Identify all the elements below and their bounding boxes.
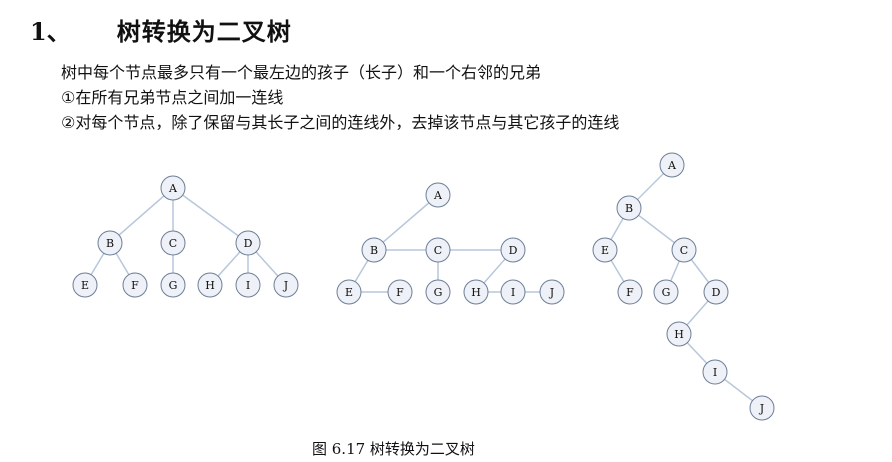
node-H: H [197, 272, 223, 298]
node-F: F [387, 279, 413, 305]
node-label: H [471, 286, 481, 299]
node-label: F [626, 286, 634, 299]
node-label: D [509, 244, 518, 257]
node-label: G [169, 279, 178, 292]
node-label: J [759, 402, 764, 415]
node-label: E [601, 244, 609, 257]
node-label: A [168, 182, 178, 195]
node-label: G [434, 286, 443, 299]
node-label: J [283, 279, 288, 292]
node-label: J [549, 286, 554, 299]
node-I: I [702, 359, 728, 385]
node-label: I [246, 279, 250, 292]
node-G: G [425, 279, 451, 305]
edge-A-D [172, 187, 249, 244]
node-E: E [336, 279, 362, 305]
node-I: I [235, 272, 261, 298]
node-I: I [500, 279, 526, 305]
node-label: H [674, 328, 684, 341]
node-A: A [659, 152, 685, 178]
node-label: A [433, 189, 443, 202]
node-label: B [370, 244, 378, 257]
node-A: A [160, 175, 186, 201]
node-label: C [680, 244, 688, 257]
node-label: F [396, 286, 404, 299]
node-D: D [703, 279, 729, 305]
node-J: J [273, 272, 299, 298]
edge-A-B [109, 187, 174, 244]
node-H: H [666, 321, 692, 347]
sibling-connected-tree: A B C D E F G H I J [336, 182, 565, 305]
node-E: E [72, 272, 98, 298]
node-label: I [713, 366, 717, 379]
edge-A-B [373, 194, 439, 251]
node-F: F [617, 279, 643, 305]
node-label: B [106, 237, 114, 250]
tree-diagrams: A B C D E F G H I J A B C D E F G H I J A B C D E F G H I J [72, 152, 775, 421]
node-label: B [625, 202, 633, 215]
node-G: G [653, 279, 679, 305]
node-label: A [667, 159, 677, 172]
node-B: B [361, 237, 387, 263]
node-B: B [97, 230, 123, 256]
node-J: J [539, 279, 565, 305]
node-F: F [122, 272, 148, 298]
node-G: G [160, 272, 186, 298]
node-C: C [671, 237, 697, 263]
binary-tree: A B C D E F G H I J [592, 152, 775, 421]
node-A: A [425, 182, 451, 208]
node-label: I [511, 286, 515, 299]
node-label: E [81, 279, 89, 292]
node-label: D [244, 237, 253, 250]
node-B: B [616, 195, 642, 221]
node-D: D [235, 230, 261, 256]
node-label: H [205, 279, 215, 292]
node-label: C [434, 244, 442, 257]
node-D: D [500, 237, 526, 263]
node-H: H [463, 279, 489, 305]
node-label: G [662, 286, 671, 299]
node-C: C [425, 237, 451, 263]
node-J: J [749, 395, 775, 421]
figure-caption: 图 6.17 树转换为二叉树 [312, 440, 475, 458]
node-label: D [712, 286, 721, 299]
original-tree: A B C D E F G H I J [72, 175, 299, 298]
node-C: C [160, 230, 186, 256]
node-E: E [592, 237, 618, 263]
node-label: C [169, 237, 177, 250]
node-label: F [131, 279, 139, 292]
node-label: E [345, 286, 353, 299]
